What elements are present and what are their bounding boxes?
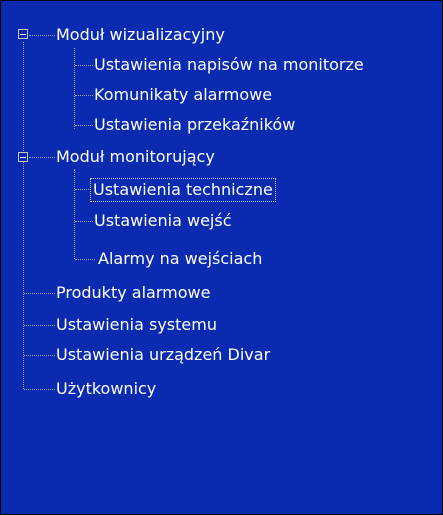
tree-node-label: Użytkownicy xyxy=(56,379,157,398)
tree-node-label: Moduł monitorujący xyxy=(56,147,215,166)
tree-node-ustawienia-techniczne[interactable]: Ustawienia techniczne xyxy=(1,174,442,204)
tree-node-produkty-alarmowe[interactable]: Produkty alarmowe xyxy=(1,278,442,308)
tree-panel: Moduł wizualizacyjny Ustawienia napisów … xyxy=(0,0,443,515)
collapse-icon[interactable] xyxy=(18,152,28,162)
tree-node-modul-monitorujacy[interactable]: Moduł monitorujący xyxy=(1,142,442,172)
tree-node-label: Ustawienia systemu xyxy=(56,315,217,334)
tree-node-ustawienia-napisow[interactable]: Ustawienia napisów na monitorze xyxy=(1,50,442,80)
tree-node-ustawienia-wejsc[interactable]: Ustawienia wejść xyxy=(1,206,442,236)
tree-node-label-selected: Ustawienia techniczne xyxy=(90,178,276,202)
tree-node-label: Komunikaty alarmowe xyxy=(94,85,273,104)
tree-node-modul-wizualizacyjny[interactable]: Moduł wizualizacyjny xyxy=(1,20,442,50)
tree-node-ustawienia-systemu[interactable]: Ustawienia systemu xyxy=(1,310,442,340)
tree-node-komunikaty-alarmowe[interactable]: Komunikaty alarmowe xyxy=(1,80,442,110)
tree-node-label: Ustawienia urządzeń Divar xyxy=(56,345,271,364)
tree-node-ustawienia-urzadzen-divar[interactable]: Ustawienia urządzeń Divar xyxy=(1,340,442,370)
tree-node-label: Ustawienia napisów na monitorze xyxy=(94,55,364,74)
collapse-icon[interactable] xyxy=(18,29,28,39)
tree-node-uzytkownicy[interactable]: Użytkownicy xyxy=(1,374,442,404)
tree-node-label: Produkty alarmowe xyxy=(56,283,211,302)
tree-node-label: Alarmy na wejściach xyxy=(98,249,263,268)
tree-node-ustawienia-przekaznikow[interactable]: Ustawienia przekaźników xyxy=(1,110,442,140)
tree-node-label: Ustawienia przekaźników xyxy=(94,115,296,134)
tree-node-label: Moduł wizualizacyjny xyxy=(56,25,225,44)
tree-node-label: Ustawienia wejść xyxy=(94,211,232,230)
tree-node-alarmy-na-wejsciach[interactable]: Alarmy na wejściach xyxy=(1,244,442,274)
